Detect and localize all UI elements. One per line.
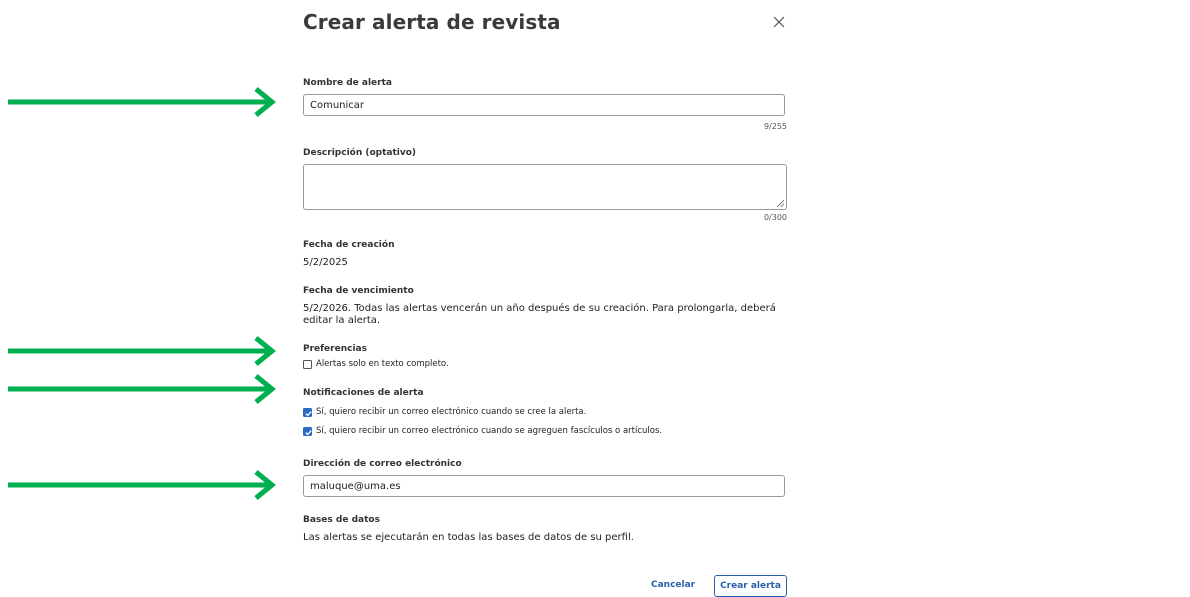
preferences-label: Preferencias: [303, 344, 367, 354]
notify-on-new-issues-checkbox[interactable]: [303, 427, 312, 436]
databases-value: Las alertas se ejecutarán en todas las b…: [303, 532, 634, 543]
notify-on-new-issues-label: Sí, quiero recibir un correo electrónico…: [316, 426, 663, 436]
right-arrow-icon: [8, 336, 276, 366]
create-journal-alert-dialog: Crear alerta de revista Nombre de alerta…: [303, 0, 787, 597]
notify-on-create-label: Sí, quiero recibir un correo electrónico…: [316, 407, 587, 417]
expiry-date-value: 5/2/2026. Todas las alertas vencerán un …: [303, 303, 776, 326]
description-textarea[interactable]: [303, 164, 787, 210]
right-arrow-icon: [8, 470, 276, 500]
right-arrow-icon: [8, 87, 276, 117]
description-label: Descripción (optativo): [303, 148, 417, 158]
notify-on-create-checkbox[interactable]: [303, 408, 312, 417]
alert-name-counter: 9/255: [763, 122, 787, 131]
alert-name-label: Nombre de alerta: [303, 78, 392, 88]
full-text-only-label: Alertas solo en texto completo.: [316, 359, 449, 369]
email-input[interactable]: [303, 475, 785, 497]
resize-handle-icon[interactable]: [777, 200, 784, 207]
right-arrow-icon: [8, 374, 276, 404]
expiry-date-label: Fecha de vencimiento: [303, 286, 414, 296]
full-text-only-checkbox[interactable]: [303, 360, 312, 369]
alert-name-input[interactable]: [303, 94, 785, 116]
description-counter: 0/300: [763, 213, 787, 222]
create-alert-button[interactable]: Crear alerta: [714, 575, 787, 597]
checkmark-icon: [305, 430, 312, 436]
notifications-label: Notificaciones de alerta: [303, 388, 424, 398]
close-icon[interactable]: [771, 14, 787, 30]
databases-label: Bases de datos: [303, 515, 380, 525]
checkmark-icon: [305, 411, 312, 417]
creation-date-value: 5/2/2025: [303, 257, 348, 268]
creation-date-label: Fecha de creación: [303, 240, 395, 250]
email-label: Dirección de correo electrónico: [303, 459, 462, 469]
cancel-button[interactable]: Cancelar: [651, 580, 695, 590]
dialog-title: Crear alerta de revista: [303, 10, 561, 34]
